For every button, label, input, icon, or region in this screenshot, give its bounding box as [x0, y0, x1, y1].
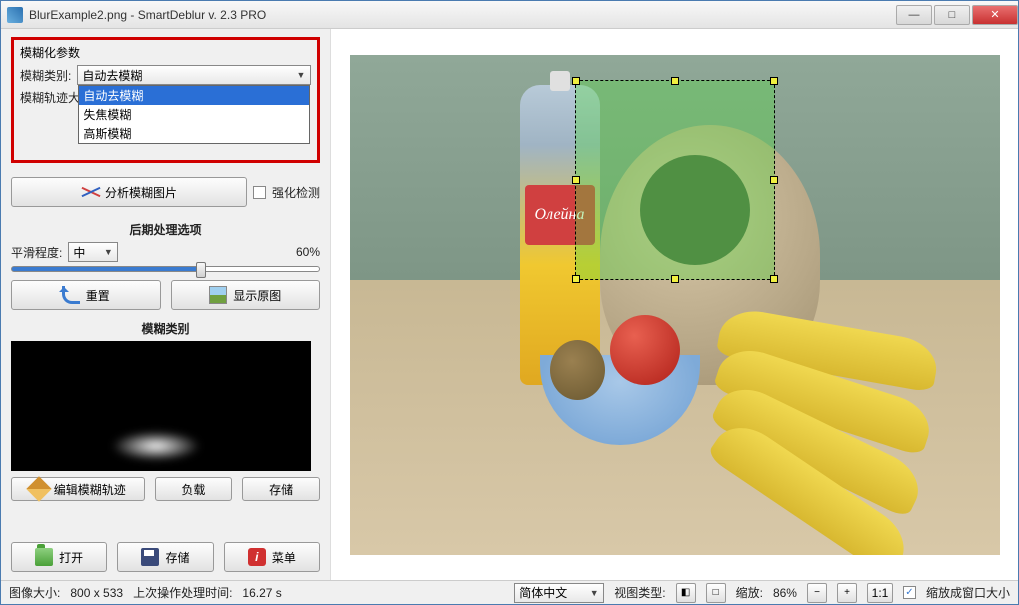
chevron-down-icon: ▼ — [101, 245, 115, 259]
resize-handle-bl[interactable] — [572, 275, 580, 283]
info-icon: i — [248, 548, 266, 566]
resize-handle-br[interactable] — [770, 275, 778, 283]
image-preview-area[interactable]: Олейна — [331, 29, 1018, 580]
analyze-button-label: 分析模糊图片 — [105, 184, 177, 201]
smooth-level-value: 中 — [73, 244, 85, 261]
status-bar: 图像大小: 800 x 533 上次操作处理时间: 16.27 s 简体中文 ▼… — [1, 580, 1018, 604]
show-original-button[interactable]: 显示原图 — [171, 280, 321, 310]
save-kernel-button[interactable]: 存储 — [242, 477, 320, 501]
resize-handle-mr[interactable] — [770, 176, 778, 184]
smooth-percent: 60% — [296, 245, 320, 259]
analyze-icon — [81, 183, 99, 201]
resize-handle-tm[interactable] — [671, 77, 679, 85]
resize-handle-tl[interactable] — [572, 77, 580, 85]
edit-kernel-button[interactable]: 编辑模糊轨迹 — [11, 477, 145, 501]
blur-type-dropdown[interactable]: 自动去模糊 失焦模糊 高斯模糊 — [78, 85, 310, 144]
minimize-button[interactable]: — — [896, 5, 932, 25]
selection-rectangle[interactable] — [575, 80, 775, 280]
chevron-down-icon: ▼ — [294, 68, 308, 82]
app-icon — [7, 7, 23, 23]
fit-window-checkbox[interactable]: ✓ — [903, 586, 916, 599]
save-icon — [141, 548, 159, 566]
resize-handle-ml[interactable] — [572, 176, 580, 184]
zoom-out-button[interactable]: − — [807, 583, 827, 603]
kernel-preview — [11, 341, 311, 471]
zoom-value: 86% — [773, 586, 797, 600]
blur-type-selected: 自动去模糊 — [82, 67, 142, 84]
zoom-in-button[interactable]: + — [837, 583, 857, 603]
left-panel: 模糊化参数 模糊类别: 自动去模糊 ▼ 自动去模糊 失焦模糊 高斯模糊 模糊轨 — [1, 29, 331, 580]
enhance-detect-label: 强化检测 — [272, 184, 320, 201]
titlebar[interactable]: BlurExample2.png - SmartDeblur v. 2.3 PR… — [1, 1, 1018, 29]
blur-type-label: 模糊类别: — [20, 67, 71, 84]
post-process-title: 后期处理选项 — [11, 221, 320, 238]
bananas — [720, 285, 990, 485]
language-combo[interactable]: 简体中文 ▼ — [514, 583, 604, 603]
analyze-button[interactable]: 分析模糊图片 — [11, 177, 247, 207]
save-button[interactable]: 存储 — [117, 542, 213, 572]
image-size-value: 800 x 533 — [70, 586, 123, 600]
show-original-label: 显示原图 — [233, 287, 281, 304]
reset-button-label: 重置 — [86, 287, 110, 304]
language-value: 简体中文 — [519, 584, 567, 601]
load-kernel-button[interactable]: 负载 — [155, 477, 233, 501]
load-label: 负载 — [181, 481, 205, 498]
open-label: 打开 — [59, 549, 83, 566]
save-label: 存储 — [165, 549, 189, 566]
smooth-level-combo[interactable]: 中 ▼ — [68, 242, 118, 262]
blur-params-highlight: 模糊化参数 模糊类别: 自动去模糊 ▼ 自动去模糊 失焦模糊 高斯模糊 模糊轨 — [11, 37, 320, 163]
blur-type-option-gaussian[interactable]: 高斯模糊 — [79, 124, 309, 143]
enhance-detect-checkbox[interactable] — [253, 186, 266, 199]
last-op-label: 上次操作处理时间: — [133, 584, 232, 601]
last-op-time: 16.27 s — [242, 586, 281, 600]
kernel-title: 模糊类别 — [11, 320, 320, 337]
image-size-label: 图像大小: — [9, 584, 60, 601]
resize-handle-bm[interactable] — [671, 275, 679, 283]
blur-type-combo[interactable]: 自动去模糊 ▼ 自动去模糊 失焦模糊 高斯模糊 — [77, 65, 311, 85]
close-button[interactable]: ✕ — [972, 5, 1018, 25]
window-title: BlurExample2.png - SmartDeblur v. 2.3 PR… — [29, 8, 894, 22]
folder-open-icon — [35, 548, 53, 566]
blur-type-option-auto[interactable]: 自动去模糊 — [79, 86, 309, 105]
undo-icon — [62, 286, 80, 304]
slider-thumb[interactable] — [196, 262, 206, 278]
chevron-down-icon: ▼ — [587, 586, 601, 600]
fit-window-label: 缩放成窗口大小 — [926, 584, 1010, 601]
blur-params-title: 模糊化参数 — [20, 44, 311, 61]
kiwi — [550, 340, 605, 400]
smooth-label: 平滑程度: — [11, 244, 62, 261]
save-kernel-label: 存储 — [269, 481, 293, 498]
resize-handle-tr[interactable] — [770, 77, 778, 85]
view-split-button[interactable]: ◧ — [676, 583, 696, 603]
blur-type-option-defocus[interactable]: 失焦模糊 — [79, 105, 309, 124]
menu-button[interactable]: i 菜单 — [224, 542, 320, 572]
reset-button[interactable]: 重置 — [11, 280, 161, 310]
view-single-button[interactable]: □ — [706, 583, 726, 603]
menu-label: 菜单 — [272, 549, 296, 566]
edit-kernel-label: 编辑模糊轨迹 — [54, 481, 126, 498]
apple — [610, 315, 680, 385]
view-type-label: 视图类型: — [614, 584, 665, 601]
image-canvas[interactable]: Олейна — [350, 55, 1000, 555]
image-icon — [209, 286, 227, 304]
pencil-icon — [26, 476, 51, 501]
zoom-label: 缩放: — [736, 584, 763, 601]
zoom-actual-button[interactable]: 1:1 — [867, 583, 893, 603]
maximize-button[interactable]: □ — [934, 5, 970, 25]
open-button[interactable]: 打开 — [11, 542, 107, 572]
app-window: BlurExample2.png - SmartDeblur v. 2.3 PR… — [0, 0, 1019, 605]
smooth-slider[interactable] — [11, 266, 320, 272]
